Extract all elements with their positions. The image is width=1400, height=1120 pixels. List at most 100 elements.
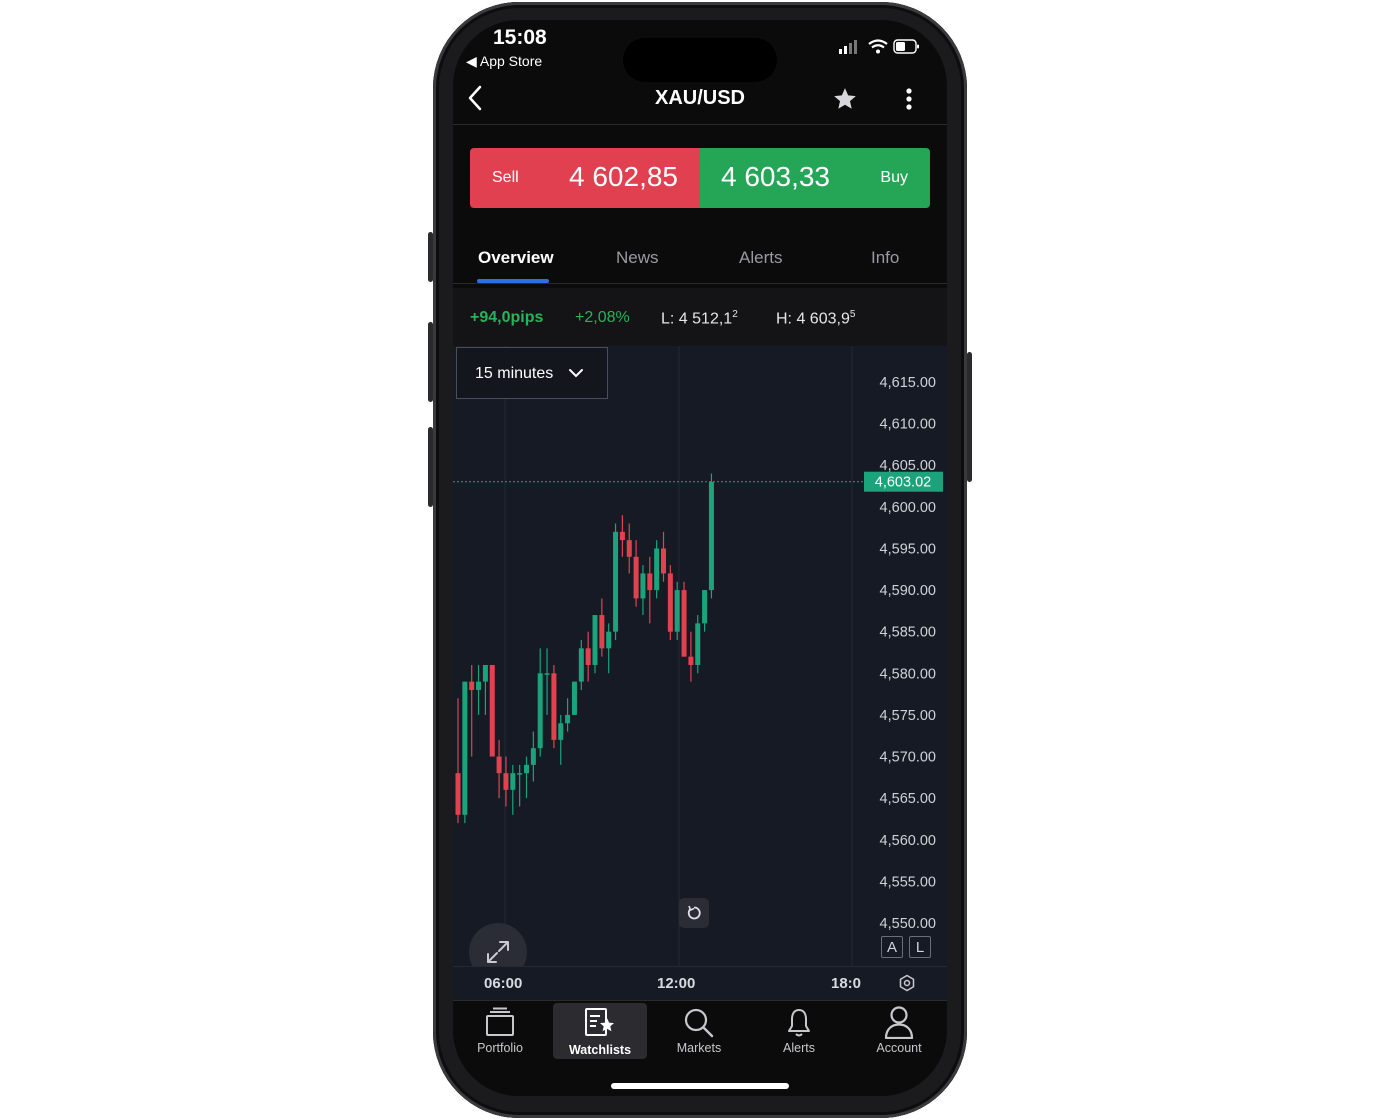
candle-body <box>592 615 598 665</box>
high-value: 4 603,9 <box>796 310 850 328</box>
more-options-icon[interactable] <box>903 86 915 112</box>
candle-body <box>688 656 694 665</box>
person-icon <box>884 1006 914 1039</box>
timeframe-value: 15 minutes <box>475 365 554 382</box>
back-to-app-store[interactable]: ◀ App Store <box>466 53 542 70</box>
candle-body <box>626 540 632 557</box>
candle-body <box>489 664 495 757</box>
price-tick: 4,615.00 <box>880 375 936 391</box>
header-divider <box>453 124 947 125</box>
candle-body <box>551 673 557 740</box>
page-title: XAU/USD <box>654 87 745 109</box>
price-tick: 4,565.00 <box>880 791 936 807</box>
price-tick: 4,550.00 <box>880 916 936 932</box>
candle-body <box>640 573 646 599</box>
sell-label: Sell <box>492 169 519 186</box>
tab-news[interactable]: News <box>616 248 659 268</box>
candle-body <box>599 615 605 649</box>
chevron-down-icon <box>569 369 583 378</box>
search-icon <box>684 1008 714 1038</box>
expand-icon <box>487 941 509 963</box>
candle-body <box>647 573 653 591</box>
candle-body <box>469 681 475 690</box>
auto-scale-button[interactable]: A <box>881 936 903 958</box>
candle-body <box>661 548 666 574</box>
high-label: H: <box>776 310 792 328</box>
log-scale-button[interactable]: L <box>909 936 931 958</box>
candle-body <box>503 773 509 790</box>
candle-body <box>578 648 584 682</box>
price-tick: 4,555.00 <box>880 874 936 890</box>
price-tick: 4,595.00 <box>880 541 936 557</box>
bottom-tab-bar: Portfolio Watchlists Markets Alerts Acco… <box>453 1000 947 1096</box>
candle-body <box>633 556 639 599</box>
candle-body <box>585 648 591 665</box>
low-superscript: 2 <box>732 309 738 320</box>
pips-change: +94,0pips <box>470 309 544 326</box>
tabbar-label: Portfolio <box>477 1041 523 1055</box>
candle-body <box>530 748 536 765</box>
tab-bar-top: Overview News Alerts Info <box>453 238 947 284</box>
tab-alerts[interactable]: Alerts <box>739 248 782 268</box>
candle-body <box>544 673 550 675</box>
high-stat: H: 4 603,95 <box>776 309 855 328</box>
candle-body <box>482 664 488 682</box>
candle-body <box>476 681 482 690</box>
tabbar-watchlists[interactable]: Watchlists <box>553 1003 647 1059</box>
price-tick: 4,590.00 <box>880 583 936 599</box>
price-tick: 4,580.00 <box>880 666 936 682</box>
tabbar-label: Account <box>876 1041 922 1055</box>
price-tick: 4,575.00 <box>880 708 936 724</box>
watchlists-icon <box>585 1008 614 1036</box>
tab-info[interactable]: Info <box>871 248 899 268</box>
price-tick: 4,560.00 <box>880 833 936 849</box>
star-icon[interactable] <box>832 86 858 112</box>
candle-body <box>674 590 680 632</box>
silent-switch <box>428 232 433 282</box>
stats-row: +94,0pips +2,08% L: 4 512,12 H: 4 603,95 <box>453 288 947 346</box>
current-price-label: 4,603.02 <box>875 475 931 491</box>
candle-body <box>496 756 502 774</box>
candle-body <box>667 573 673 632</box>
tabbar-label: Alerts <box>783 1041 815 1055</box>
price-tick: 4,600.00 <box>880 500 936 516</box>
price-tick: 4,610.00 <box>880 417 936 433</box>
candle-body <box>681 590 687 657</box>
volume-down-button <box>428 427 433 507</box>
tabbar-alerts[interactable]: Alerts <box>752 1001 846 1057</box>
portfolio-icon <box>486 1007 514 1036</box>
low-value: 4 512,1 <box>678 310 733 328</box>
home-indicator[interactable] <box>611 1083 789 1089</box>
price-tick: 4,585.00 <box>880 625 936 641</box>
tabbar-portfolio[interactable]: Portfolio <box>453 1001 547 1057</box>
tabbar-markets[interactable]: Markets <box>652 1001 746 1057</box>
candle-body <box>708 481 714 591</box>
low-stat: L: 4 512,12 <box>661 309 738 328</box>
tabbar-label: Watchlists <box>568 1043 632 1057</box>
candle-body <box>654 548 660 591</box>
candle-body <box>619 531 625 541</box>
percent-change: +2,08% <box>575 309 630 326</box>
candle-body <box>565 714 571 724</box>
sell-button[interactable]: Sell 4 602,85 <box>470 148 700 208</box>
dynamic-island <box>623 38 777 82</box>
refresh-icon <box>687 905 701 920</box>
candle-body <box>571 681 577 715</box>
candle-body <box>558 723 564 740</box>
buy-button[interactable]: 4 603,33 Buy <box>700 148 930 208</box>
candle-body <box>517 773 523 775</box>
status-icons <box>839 39 919 54</box>
timeframe-dropdown[interactable]: 15 minutes <box>456 347 608 399</box>
candle-body <box>510 773 516 790</box>
tab-overview[interactable]: Overview <box>478 248 554 268</box>
reset-chart-button[interactable] <box>679 898 709 928</box>
chart-settings-icon[interactable] <box>898 974 916 992</box>
app-screen: 15:08 ◀ App Store XAU/USD Sell 4 602,85 … <box>453 20 947 1096</box>
candle-body <box>455 773 461 815</box>
low-label: L: <box>661 310 675 328</box>
candle-body <box>462 681 468 815</box>
candle-body <box>702 590 708 624</box>
tabbar-account[interactable]: Account <box>852 1001 946 1057</box>
high-superscript: 5 <box>849 309 856 320</box>
buy-label: Buy <box>880 169 908 186</box>
